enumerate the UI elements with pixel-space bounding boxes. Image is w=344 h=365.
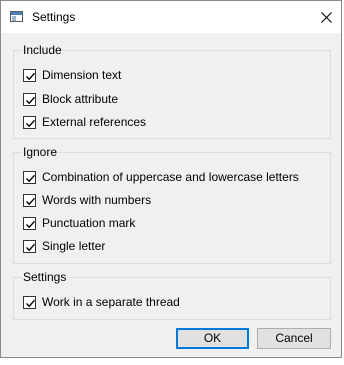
- include-group-label: Include: [22, 42, 63, 58]
- checkbox-label: Work in a separate thread: [42, 295, 180, 309]
- checkbox-block-attribute[interactable]: Block attribute: [23, 91, 118, 107]
- ignore-group: Ignore Combination of uppercase and lowe…: [13, 144, 331, 264]
- checkbox[interactable]: [23, 115, 36, 129]
- settings-dialog: Settings Include Dimension text Block at…: [0, 0, 342, 358]
- checkmark-icon: [26, 197, 36, 205]
- checkmark-icon: [26, 220, 36, 228]
- close-icon: [321, 12, 332, 23]
- checkbox-label: Combination of uppercase and lowercase l…: [42, 170, 299, 184]
- settings-group: Settings Work in a separate thread: [13, 269, 331, 320]
- ignore-group-label: Ignore: [22, 144, 59, 160]
- dialog-title: Settings: [32, 10, 76, 24]
- checkbox-label: Single letter: [42, 239, 106, 253]
- checkbox-external-references[interactable]: External references: [23, 114, 146, 130]
- checkmark-icon: [26, 174, 36, 182]
- checkbox-label: External references: [42, 115, 147, 129]
- include-group: Include Dimension text Block attribute E…: [13, 42, 331, 139]
- checkbox-mixed-case[interactable]: Combination of uppercase and lowercase l…: [23, 169, 299, 185]
- checkbox[interactable]: [23, 193, 36, 207]
- settings-group-label: Settings: [22, 269, 68, 285]
- checkbox[interactable]: [23, 68, 36, 82]
- checkmark-icon: [26, 72, 36, 80]
- checkmark-icon: [26, 119, 36, 127]
- checkbox-separate-thread[interactable]: Work in a separate thread: [23, 294, 180, 310]
- checkmark-icon: [26, 299, 36, 307]
- checkmark-icon: [26, 243, 36, 251]
- checkbox[interactable]: [23, 170, 36, 184]
- checkbox-dimension-text[interactable]: Dimension text: [23, 67, 121, 83]
- checkbox[interactable]: [23, 92, 36, 106]
- checkbox-label: Dimension text: [42, 68, 122, 82]
- checkbox[interactable]: [23, 239, 36, 253]
- cancel-button[interactable]: Cancel: [257, 328, 331, 349]
- checkbox-punctuation-mark[interactable]: Punctuation mark: [23, 215, 135, 231]
- checkmark-icon: [26, 96, 36, 104]
- checkbox-single-letter[interactable]: Single letter: [23, 238, 105, 254]
- checkbox-label: Words with numbers: [42, 193, 152, 207]
- checkbox[interactable]: [23, 216, 36, 230]
- title-bar[interactable]: Settings: [1, 1, 341, 33]
- close-button[interactable]: [311, 1, 341, 33]
- window-icon: [10, 11, 23, 22]
- ok-button[interactable]: OK: [176, 328, 249, 349]
- checkbox-words-with-numbers[interactable]: Words with numbers: [23, 192, 151, 208]
- checkbox-label: Block attribute: [42, 92, 119, 106]
- checkbox-label: Punctuation mark: [42, 216, 136, 230]
- checkbox[interactable]: [23, 295, 36, 309]
